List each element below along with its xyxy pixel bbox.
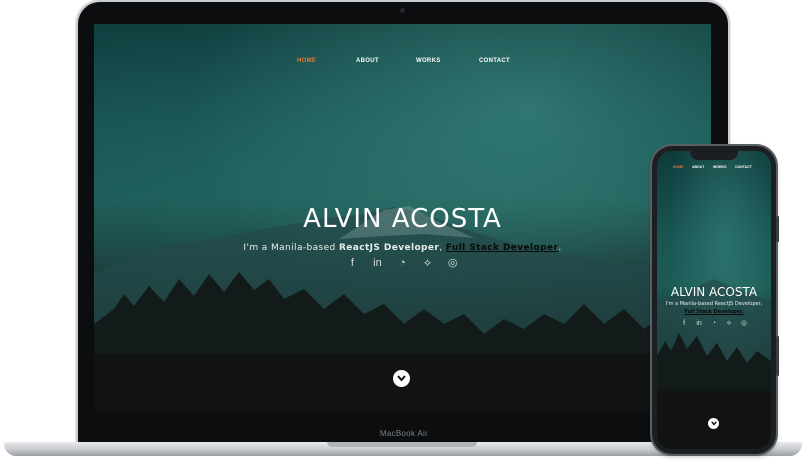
laptop-screen: HOME ABOUT WORKS CONTACT ALVIN ACOSTA I'… xyxy=(94,24,711,411)
phone-hero-tagline: I'm a Manila-based ReactJS Developer, Fu… xyxy=(657,300,771,316)
tagline-end: . xyxy=(558,243,562,253)
social-links: f in ◔ ⟡ ◎ xyxy=(94,256,711,270)
phone-nav-works[interactable]: WORKS xyxy=(713,165,726,169)
phone-tagline-line: I'm a Manila-based ReactJS Developer, xyxy=(665,301,763,307)
tagline-link[interactable]: Full Stack Developer xyxy=(446,243,559,253)
phone-side-button-lower xyxy=(776,336,779,376)
nav-home[interactable]: HOME xyxy=(297,58,316,64)
nav-about[interactable]: ABOUT xyxy=(356,58,379,64)
phone-notch xyxy=(690,151,738,160)
phone-nav-contact[interactable]: CONTACT xyxy=(735,165,752,169)
phone-tagline-link[interactable]: Full Stack Developer. xyxy=(684,309,743,315)
github-icon[interactable]: ◔ xyxy=(708,320,721,327)
github-icon[interactable]: ◔ xyxy=(392,257,414,269)
site-nav: HOME ABOUT WORKS CONTACT xyxy=(94,58,711,68)
tagline-role: ReactJS Developer xyxy=(338,243,440,253)
hero-tagline: I'm a Manila-based ReactJS Developer, Fu… xyxy=(94,243,711,253)
linkedin-icon[interactable]: in xyxy=(693,320,706,327)
phone-nav-about[interactable]: ABOUT xyxy=(692,165,704,169)
phone-social-links: f in ◔ ⟡ ◎ xyxy=(657,319,771,328)
instagram-icon[interactable]: ◎ xyxy=(737,319,750,327)
codepen-icon[interactable]: ⟡ xyxy=(417,257,439,270)
hero-name: ALVIN ACOSTA xyxy=(303,204,502,234)
nav-contact[interactable]: CONTACT xyxy=(479,58,510,64)
phone-nav-home[interactable]: HOME xyxy=(673,165,684,169)
phone-scroll-down-button[interactable] xyxy=(708,418,719,429)
scroll-down-button[interactable] xyxy=(393,370,410,387)
chevron-down-icon xyxy=(710,421,717,426)
phone-side-button xyxy=(776,216,779,242)
phone-screen: HOME ABOUT WORKS CONTACT ALVIN ACOSTA I'… xyxy=(657,151,771,449)
chevron-down-icon xyxy=(397,375,406,382)
laptop-model-label: MacBook Air xyxy=(379,429,429,438)
linkedin-icon[interactable]: in xyxy=(366,257,388,269)
nav-works[interactable]: WORKS xyxy=(416,58,441,64)
instagram-icon[interactable]: ◎ xyxy=(442,256,464,269)
codepen-icon[interactable]: ⟡ xyxy=(722,320,735,328)
laptop-hinge-notch xyxy=(327,442,477,447)
facebook-icon[interactable]: f xyxy=(341,257,363,269)
facebook-icon[interactable]: f xyxy=(678,320,691,327)
phone-frame: HOME ABOUT WORKS CONTACT ALVIN ACOSTA I'… xyxy=(652,146,779,454)
laptop-camera xyxy=(400,8,405,13)
tagline-prefix: I'm a Manila-based xyxy=(243,243,339,253)
phone-hero-name: ALVIN ACOSTA xyxy=(670,285,758,299)
